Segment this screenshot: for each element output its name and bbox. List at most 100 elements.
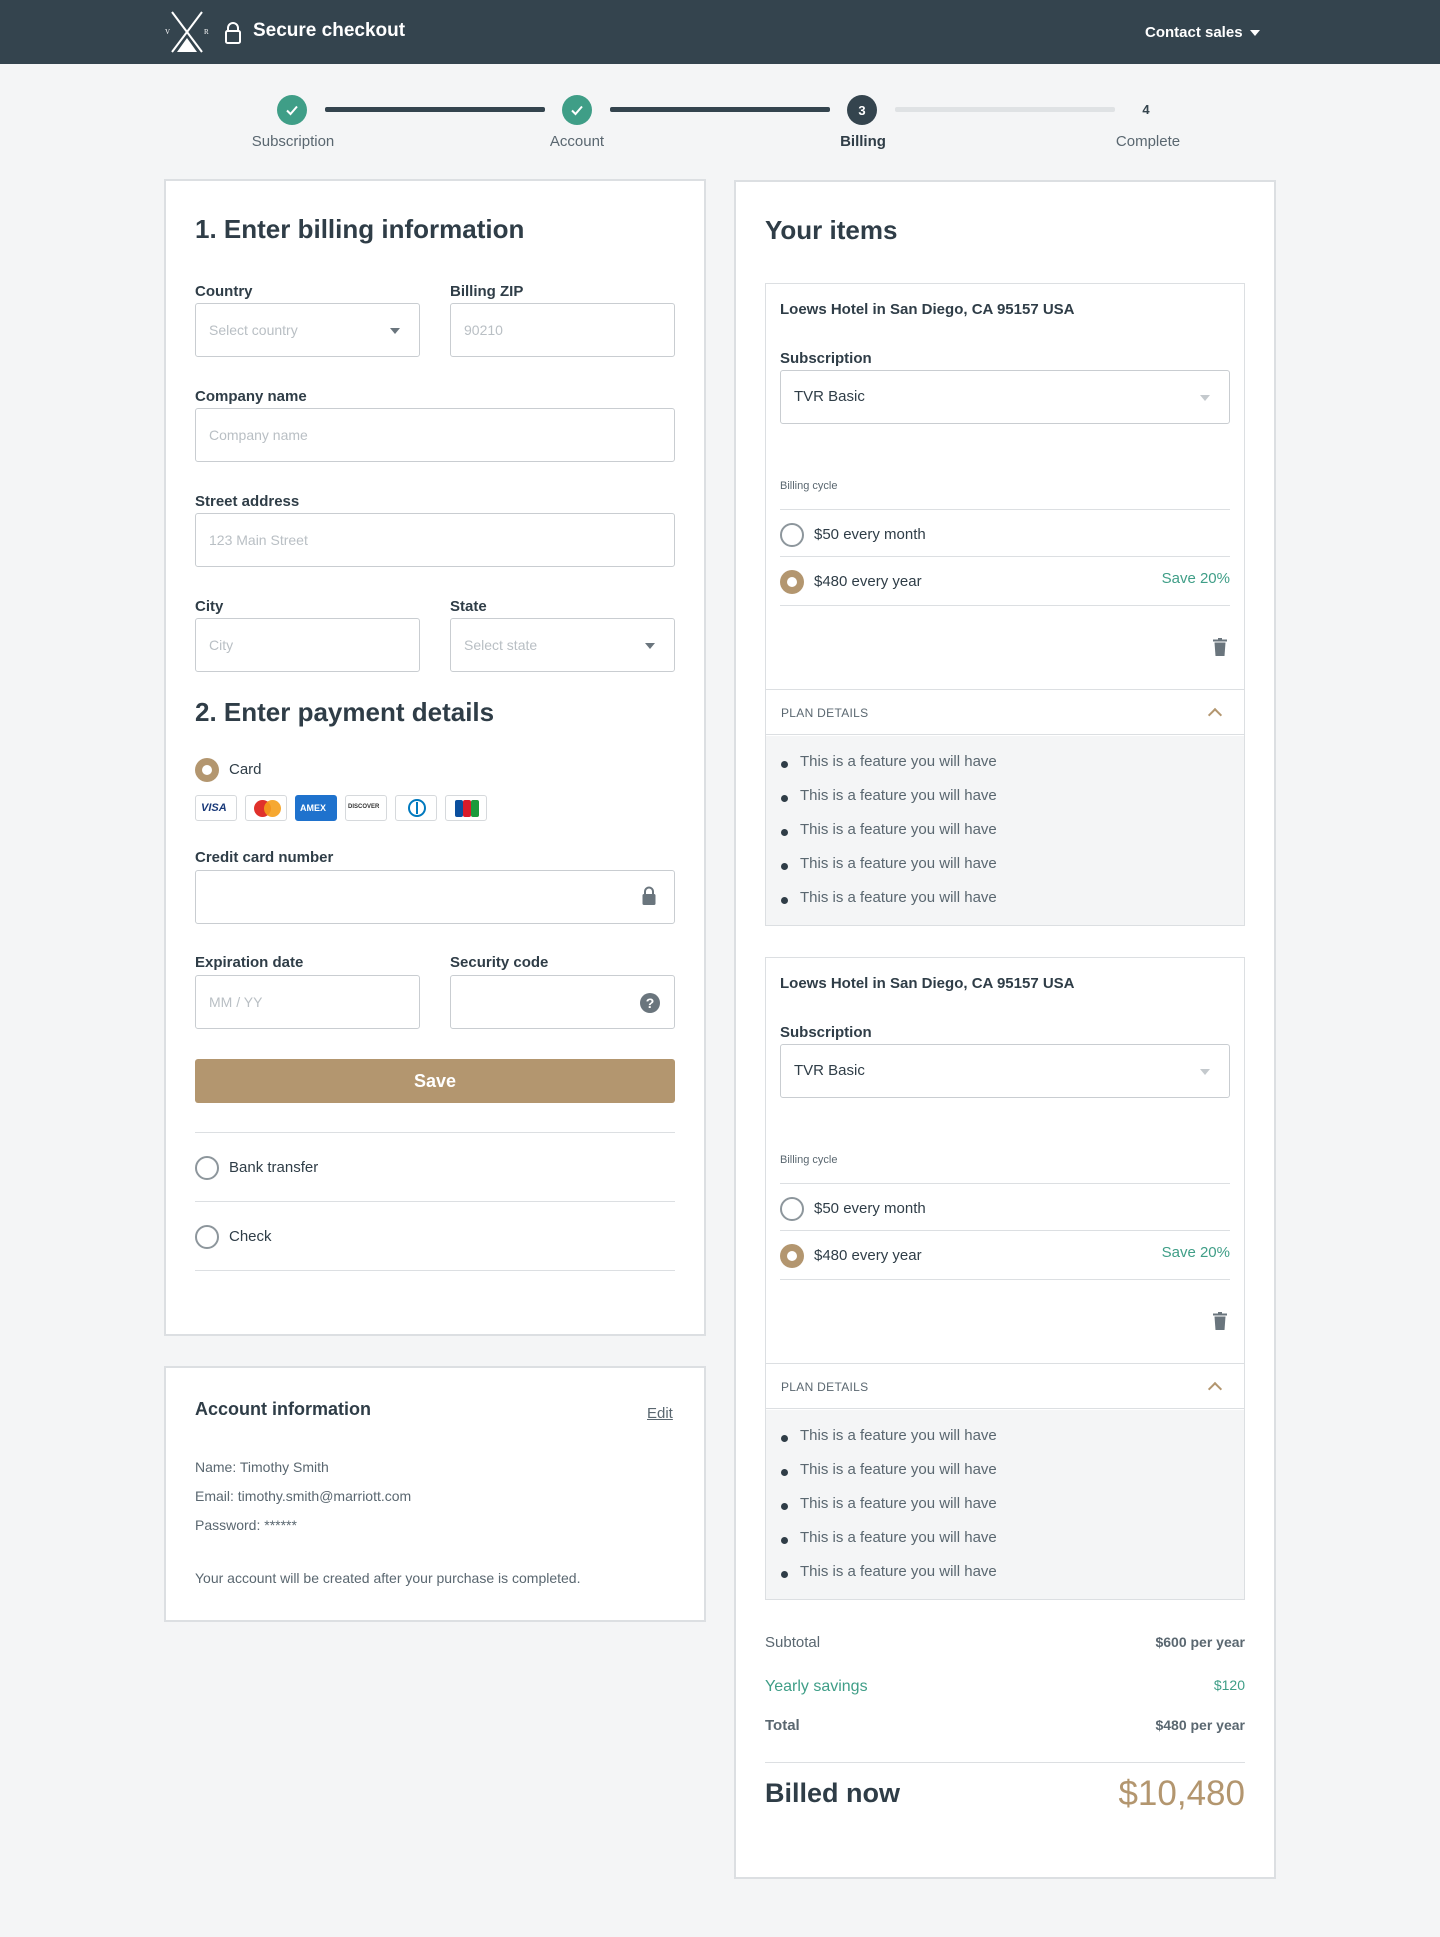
zip-input[interactable]: 90210 bbox=[450, 303, 675, 357]
help-icon[interactable]: ? bbox=[639, 992, 661, 1014]
subscription-select[interactable]: TVR Basic bbox=[780, 1044, 1230, 1098]
bullet bbox=[781, 1435, 788, 1442]
state-select[interactable]: Select state bbox=[450, 618, 675, 672]
discover-icon: DISCOVER bbox=[345, 795, 387, 821]
monthly-radio[interactable] bbox=[780, 523, 804, 547]
subscription-label: Subscription bbox=[780, 1024, 872, 1041]
monthly-option-label[interactable]: $50 every month bbox=[814, 526, 926, 543]
company-label: Company name bbox=[195, 388, 307, 405]
visa-text: VISA bbox=[201, 802, 227, 814]
feature-item: This is a feature you will have bbox=[800, 1563, 997, 1580]
chevron-down-icon bbox=[1200, 1069, 1210, 1075]
security-code-label: Security code bbox=[450, 954, 549, 971]
step-complete-number: 4 bbox=[1142, 101, 1150, 117]
city-placeholder: City bbox=[209, 637, 234, 653]
company-placeholder: Company name bbox=[209, 427, 308, 443]
divider bbox=[195, 1201, 675, 1202]
diners-icon bbox=[395, 795, 437, 821]
yearly-option-label[interactable]: $480 every year bbox=[814, 1247, 922, 1264]
account-email: Email: timothy.smith@marriott.com bbox=[195, 1488, 412, 1504]
bullet bbox=[781, 795, 788, 802]
subscription-value: TVR Basic bbox=[794, 1062, 865, 1079]
brand-logo[interactable]: V R bbox=[164, 10, 210, 54]
feature-item: This is a feature you will have bbox=[800, 753, 997, 770]
card-number-input[interactable] bbox=[195, 870, 675, 924]
expiration-input[interactable]: MM / YY bbox=[195, 975, 420, 1029]
bullet bbox=[781, 897, 788, 904]
contact-sales-menu[interactable]: Contact sales bbox=[1145, 24, 1243, 41]
check-radio[interactable] bbox=[195, 1225, 219, 1249]
billed-now-value: $10,480 bbox=[1118, 1774, 1245, 1813]
feature-item: This is a feature you will have bbox=[800, 1529, 997, 1546]
plan-details-label: PLAN DETAILS bbox=[781, 706, 869, 720]
bullet bbox=[781, 829, 788, 836]
bullet bbox=[781, 1571, 788, 1578]
step-label-subscription[interactable]: Subscription bbox=[252, 133, 335, 150]
edit-account-link[interactable]: Edit bbox=[647, 1405, 673, 1422]
check-label[interactable]: Check bbox=[229, 1228, 272, 1245]
step-connector bbox=[895, 107, 1115, 112]
feature-item: This is a feature you will have bbox=[800, 1461, 997, 1478]
subscription-select[interactable]: TVR Basic bbox=[780, 370, 1230, 424]
step-label-account[interactable]: Account bbox=[550, 133, 604, 150]
save-button[interactable]: Save bbox=[195, 1059, 675, 1103]
card-option-label[interactable]: Card bbox=[229, 761, 262, 778]
chevron-down-icon bbox=[645, 643, 655, 649]
step-connector bbox=[325, 107, 545, 112]
country-select[interactable]: Select country bbox=[195, 303, 420, 357]
lock-icon bbox=[642, 886, 656, 905]
plan-features: This is a feature you will have This is … bbox=[766, 1410, 1244, 1599]
yearly-option-label[interactable]: $480 every year bbox=[814, 573, 922, 590]
bullet bbox=[781, 1537, 788, 1544]
svg-text:?: ? bbox=[646, 995, 655, 1011]
step-label-billing: Billing bbox=[840, 133, 886, 150]
feature-item: This is a feature you will have bbox=[800, 1495, 997, 1512]
save-badge: Save 20% bbox=[1161, 570, 1230, 587]
street-input[interactable]: 123 Main Street bbox=[195, 513, 675, 567]
chevron-up-icon bbox=[1207, 707, 1223, 723]
items-heading: Your items bbox=[765, 215, 898, 245]
trash-icon[interactable] bbox=[1213, 638, 1227, 656]
bullet bbox=[781, 761, 788, 768]
chevron-up-icon bbox=[1207, 1381, 1223, 1397]
chevron-down-icon[interactable] bbox=[1250, 30, 1260, 36]
monthly-option-label[interactable]: $50 every month bbox=[814, 1200, 926, 1217]
account-name: Name: Timothy Smith bbox=[195, 1459, 329, 1475]
plan-features: This is a feature you will have This is … bbox=[766, 736, 1244, 925]
step-subscription-check-icon bbox=[277, 95, 307, 125]
step-label-complete: Complete bbox=[1115, 133, 1181, 150]
state-label: State bbox=[450, 598, 487, 615]
plan-details-toggle[interactable]: PLAN DETAILS bbox=[766, 1363, 1244, 1409]
billing-cycle-label: Billing cycle bbox=[780, 480, 838, 492]
bullet bbox=[781, 863, 788, 870]
logo-letter-r: R bbox=[204, 28, 209, 36]
logo-letter-v: V bbox=[165, 28, 170, 36]
company-input[interactable]: Company name bbox=[195, 408, 675, 462]
state-placeholder: Select state bbox=[464, 637, 538, 653]
yearly-radio[interactable] bbox=[780, 1244, 804, 1268]
item-title: Loews Hotel in San Diego, CA 95157 USA bbox=[780, 975, 1075, 992]
yearly-radio[interactable] bbox=[780, 570, 804, 594]
plan-details-toggle[interactable]: PLAN DETAILS bbox=[766, 689, 1244, 735]
feature-item: This is a feature you will have bbox=[800, 1427, 997, 1444]
item-title: Loews Hotel in San Diego, CA 95157 USA bbox=[780, 301, 1075, 318]
street-label: Street address bbox=[195, 493, 300, 510]
total-label: Total bbox=[765, 1717, 800, 1734]
divider bbox=[195, 1270, 675, 1271]
subtotal-value: $600 per year bbox=[1155, 1634, 1245, 1650]
bank-transfer-radio[interactable] bbox=[195, 1156, 219, 1180]
bullet bbox=[781, 1469, 788, 1476]
divider bbox=[780, 1230, 1230, 1231]
trash-icon[interactable] bbox=[1213, 1312, 1227, 1330]
feature-item: This is a feature you will have bbox=[800, 787, 997, 804]
security-code-input[interactable]: ? bbox=[450, 975, 675, 1029]
street-placeholder: 123 Main Street bbox=[209, 532, 308, 548]
bank-transfer-label[interactable]: Bank transfer bbox=[229, 1159, 318, 1176]
card-radio[interactable] bbox=[195, 758, 219, 782]
city-input[interactable]: City bbox=[195, 618, 420, 672]
billing-cycle-label: Billing cycle bbox=[780, 1154, 838, 1166]
amex-icon: AMEX bbox=[295, 795, 337, 821]
monthly-radio[interactable] bbox=[780, 1197, 804, 1221]
country-label: Country bbox=[195, 283, 253, 300]
save-badge: Save 20% bbox=[1161, 1244, 1230, 1261]
